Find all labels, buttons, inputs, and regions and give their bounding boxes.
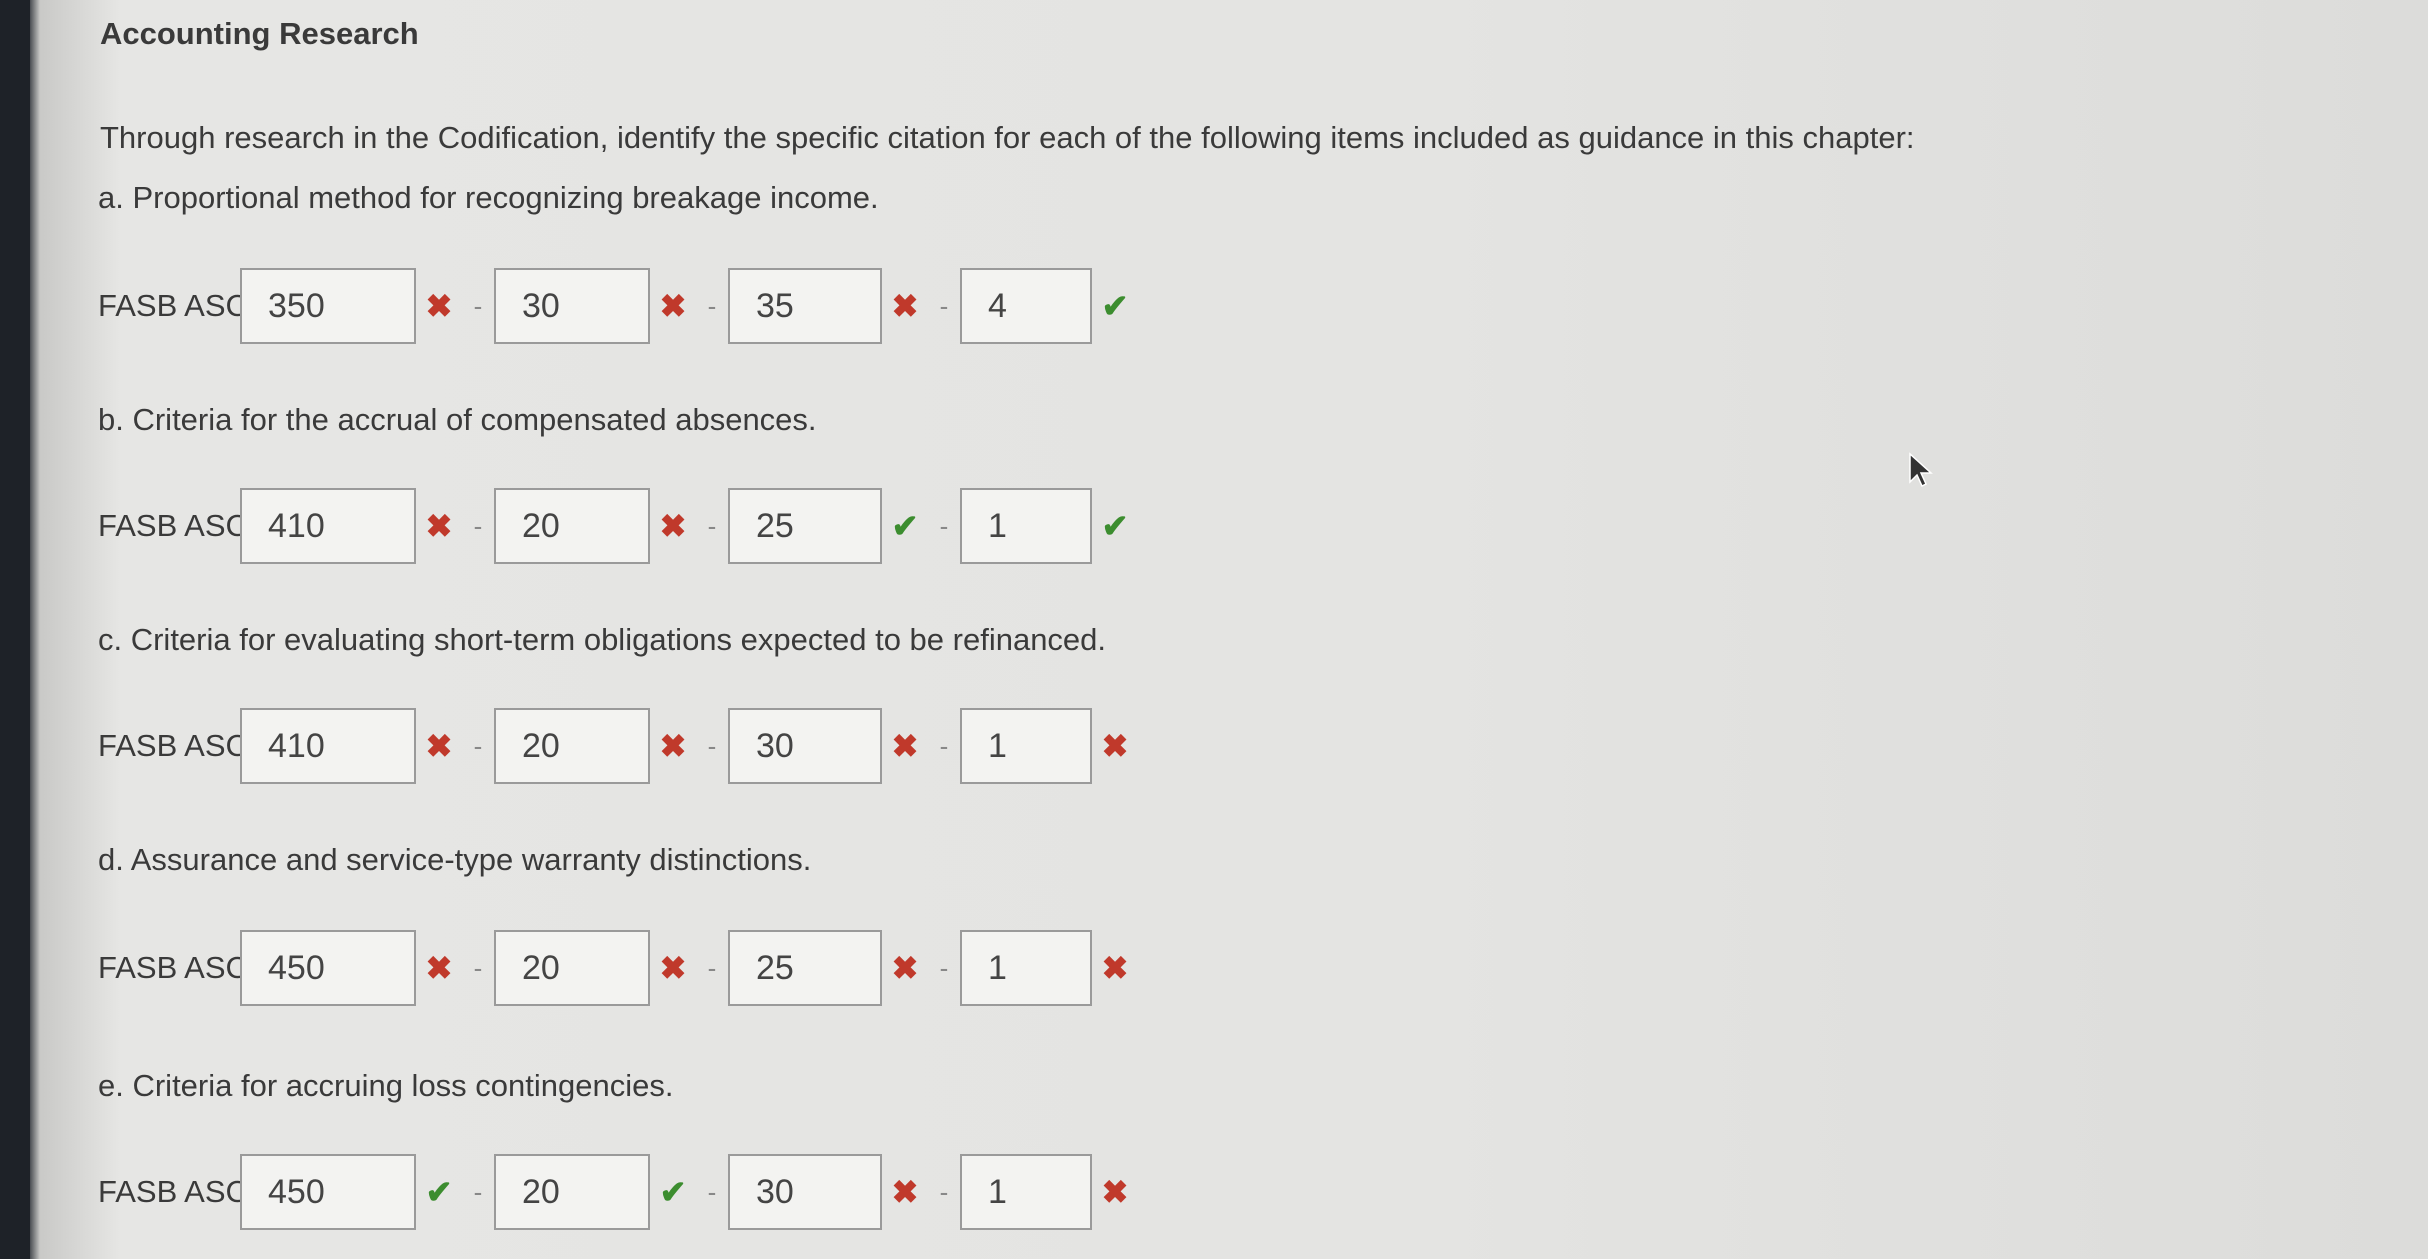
subtopic-input[interactable]: 20 bbox=[494, 488, 650, 564]
separator: - bbox=[939, 952, 949, 983]
page-title: Accounting Research bbox=[100, 16, 419, 51]
fasb-asc-prefix: FASB ASC bbox=[98, 1174, 248, 1209]
separator: - bbox=[707, 510, 717, 541]
topic-input[interactable]: 410 bbox=[240, 708, 416, 784]
separator: - bbox=[707, 952, 717, 983]
check-icon: ✔ bbox=[1101, 288, 1129, 324]
fasb-asc-prefix: FASB ASC bbox=[98, 950, 248, 985]
topic-input[interactable]: 450 bbox=[240, 930, 416, 1006]
section-input[interactable]: 30 bbox=[728, 708, 882, 784]
check-icon: ✔ bbox=[659, 1174, 687, 1210]
item-a-citation-row: FASB ASC 350 ✖ - 30 ✖ - 35 ✖ - 4 ✔ bbox=[98, 266, 1138, 346]
subtopic-input[interactable]: 20 bbox=[494, 708, 650, 784]
paragraph-input[interactable]: 1 bbox=[960, 708, 1092, 784]
mouse-cursor-icon bbox=[1909, 452, 1933, 488]
separator: - bbox=[939, 730, 949, 761]
instructions: Through research in the Codification, id… bbox=[100, 120, 1915, 155]
subtopic-input[interactable]: 30 bbox=[494, 268, 650, 344]
paragraph-input[interactable]: 4 bbox=[960, 268, 1092, 344]
x-icon: ✖ bbox=[891, 288, 919, 324]
separator: - bbox=[707, 730, 717, 761]
subtopic-input[interactable]: 20 bbox=[494, 1154, 650, 1230]
fasb-asc-prefix: FASB ASC bbox=[98, 288, 248, 323]
item-e-citation-row: FASB ASC 450 ✔ - 20 ✔ - 30 ✖ - 1 ✖ bbox=[98, 1152, 1138, 1232]
check-icon: ✔ bbox=[1101, 508, 1129, 544]
paragraph-input[interactable]: 1 bbox=[960, 930, 1092, 1006]
separator: - bbox=[473, 952, 483, 983]
x-icon: ✖ bbox=[659, 288, 687, 324]
x-icon: ✖ bbox=[1101, 950, 1129, 986]
fasb-asc-prefix: FASB ASC bbox=[98, 728, 248, 763]
separator: - bbox=[939, 1176, 949, 1207]
separator: - bbox=[707, 290, 717, 321]
item-b-citation-row: FASB ASC 410 ✖ - 20 ✖ - 25 ✔ - 1 ✔ bbox=[98, 486, 1138, 566]
x-icon: ✖ bbox=[425, 728, 453, 764]
separator: - bbox=[939, 510, 949, 541]
item-c-label: c. Criteria for evaluating short-term ob… bbox=[98, 622, 1107, 657]
check-icon: ✔ bbox=[891, 508, 919, 544]
section-input[interactable]: 25 bbox=[728, 930, 882, 1006]
separator: - bbox=[473, 1176, 483, 1207]
section-input[interactable]: 35 bbox=[728, 268, 882, 344]
x-icon: ✖ bbox=[891, 1174, 919, 1210]
item-e-label: e. Criteria for accruing loss contingenc… bbox=[98, 1068, 674, 1103]
subtopic-input[interactable]: 20 bbox=[494, 930, 650, 1006]
separator: - bbox=[473, 730, 483, 761]
x-icon: ✖ bbox=[1101, 728, 1129, 764]
x-icon: ✖ bbox=[659, 728, 687, 764]
separator: - bbox=[473, 510, 483, 541]
x-icon: ✖ bbox=[425, 950, 453, 986]
x-icon: ✖ bbox=[425, 508, 453, 544]
section-input[interactable]: 25 bbox=[728, 488, 882, 564]
x-icon: ✖ bbox=[1101, 1174, 1129, 1210]
item-b-label: b. Criteria for the accrual of compensat… bbox=[98, 402, 817, 437]
topic-input[interactable]: 410 bbox=[240, 488, 416, 564]
x-icon: ✖ bbox=[659, 950, 687, 986]
paragraph-input[interactable]: 1 bbox=[960, 488, 1092, 564]
separator: - bbox=[707, 1176, 717, 1207]
x-icon: ✖ bbox=[659, 508, 687, 544]
fasb-asc-prefix: FASB ASC bbox=[98, 508, 248, 543]
item-a-label: a. Proportional method for recognizing b… bbox=[98, 180, 879, 215]
topic-input[interactable]: 450 bbox=[240, 1154, 416, 1230]
separator: - bbox=[473, 290, 483, 321]
item-c-citation-row: FASB ASC 410 ✖ - 20 ✖ - 30 ✖ - 1 ✖ bbox=[98, 706, 1138, 786]
item-d-citation-row: FASB ASC 450 ✖ - 20 ✖ - 25 ✖ - 1 ✖ bbox=[98, 928, 1138, 1008]
check-icon: ✔ bbox=[425, 1174, 453, 1210]
item-d-label: d. Assurance and service-type warranty d… bbox=[98, 842, 812, 877]
topic-input[interactable]: 350 bbox=[240, 268, 416, 344]
paragraph-input[interactable]: 1 bbox=[960, 1154, 1092, 1230]
question-panel: Accounting Research Through research in … bbox=[64, 0, 2394, 1259]
x-icon: ✖ bbox=[425, 288, 453, 324]
x-icon: ✖ bbox=[891, 950, 919, 986]
separator: - bbox=[939, 290, 949, 321]
section-input[interactable]: 30 bbox=[728, 1154, 882, 1230]
x-icon: ✖ bbox=[891, 728, 919, 764]
